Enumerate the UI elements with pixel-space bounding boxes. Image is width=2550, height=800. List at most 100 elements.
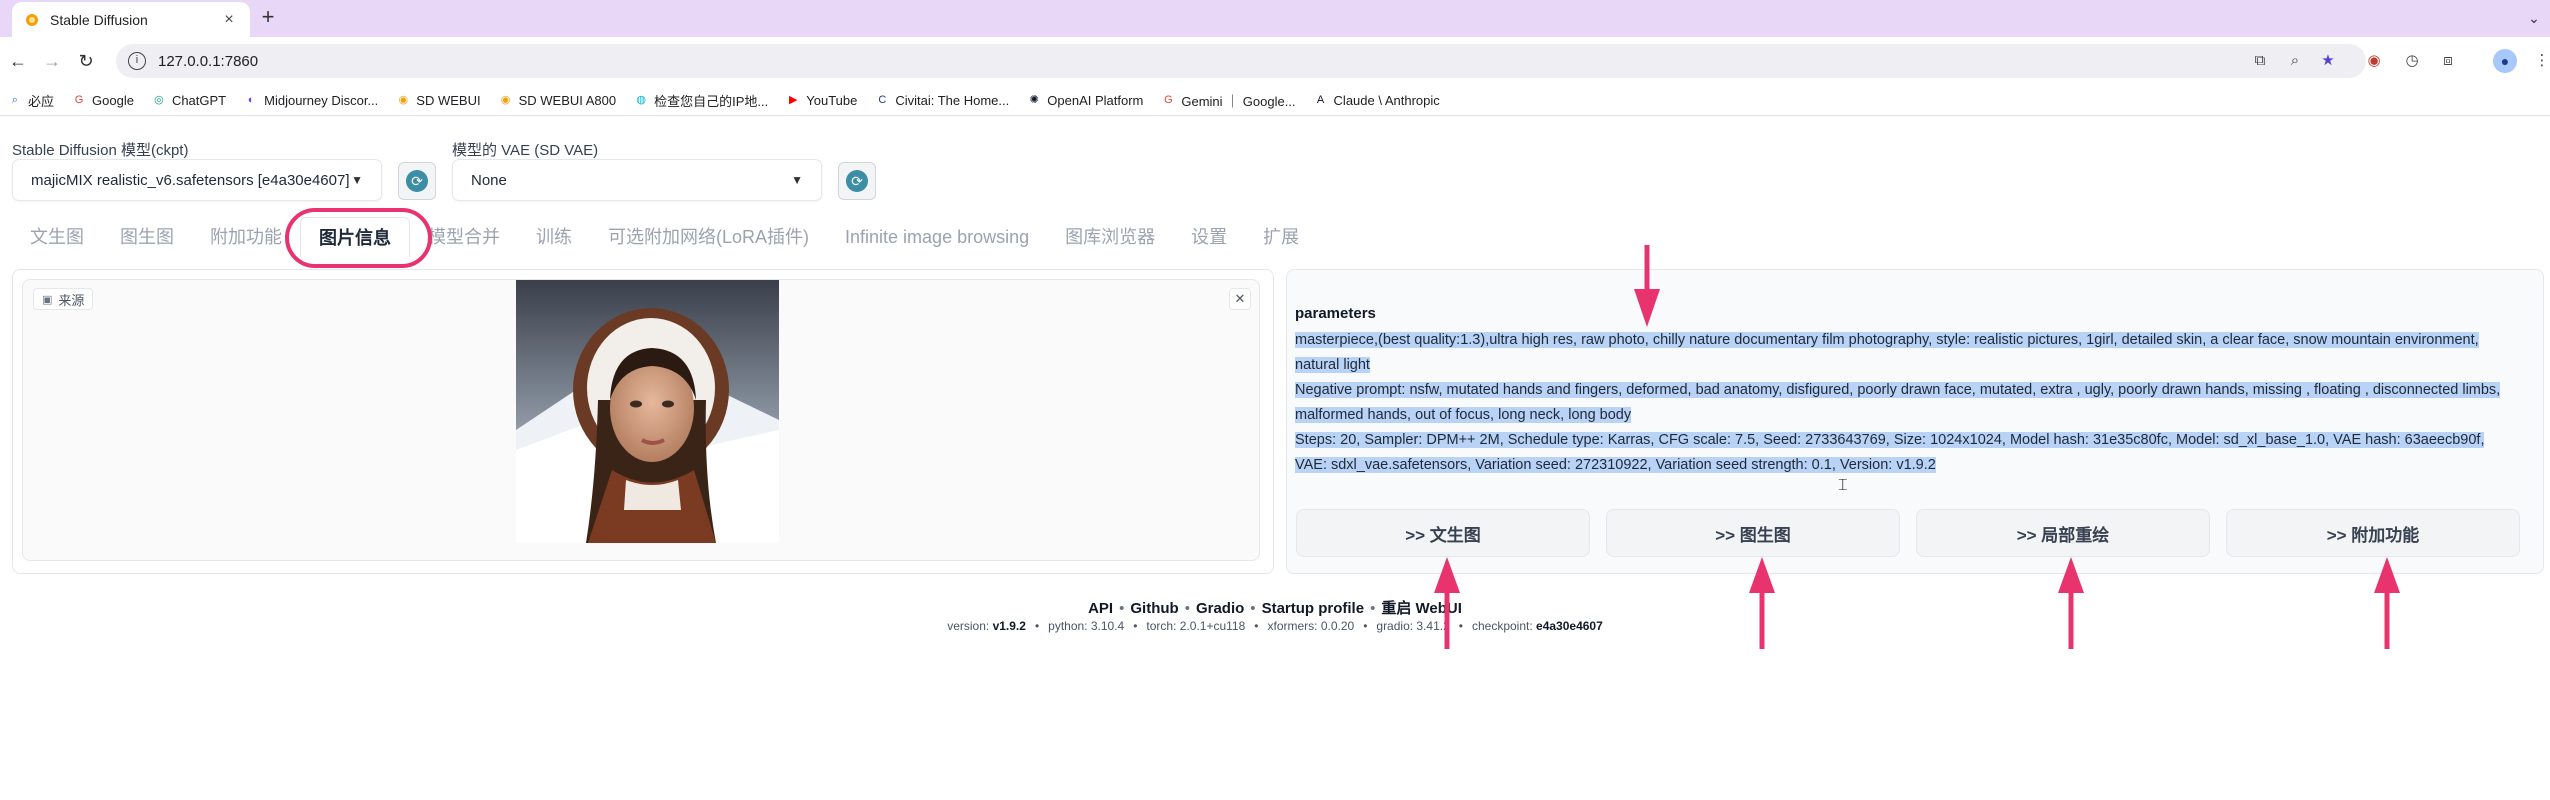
address-bar[interactable]: i 127.0.0.1:7860 — [116, 44, 2366, 78]
send-to-img2img-button[interactable]: >> 图生图 — [1606, 509, 1900, 557]
main-tabs: 文生图 图生图 附加功能 图片信息 模型合并 训练 可选附加网络(LoRA插件) Infini… — [12, 217, 1317, 257]
bookmark-label: 必应 — [28, 93, 55, 109]
site-info-icon[interactable]: i — [128, 52, 146, 70]
new-tab-button[interactable]: + — [256, 6, 280, 30]
tab-1[interactable]: 图生图 — [102, 217, 192, 257]
tab-8[interactable]: 图库浏览器 — [1047, 217, 1173, 257]
caret-down-icon: ▼ — [351, 173, 363, 187]
bookmark-label: Gemini ｜ Google... — [1181, 93, 1296, 109]
version-key: xformers: 0.0.20 — [1267, 619, 1355, 633]
footer-link[interactable]: Github — [1130, 600, 1178, 617]
bookmarks-bar: ⌕ 必应 G Google ◎ ChatGPT ◐ Midjourney Discor... ◉… — [0, 85, 2550, 116]
caret-down-icon: ▼ — [791, 173, 803, 187]
ckpt-value: majicMIX realistic_v6.safetensors [e4a30… — [31, 171, 350, 189]
tab-0[interactable]: 文生图 — [12, 217, 102, 257]
bookmark-star-icon[interactable]: ★ — [2318, 51, 2338, 71]
version-key: checkpoint: — [1471, 619, 1537, 633]
browser-tab[interactable]: Stable Diffusion × — [12, 2, 250, 37]
google-icon: G — [1164, 94, 1173, 106]
footer-separator: • — [1370, 600, 1376, 617]
bookmark-item[interactable]: ◉ SD WEBUI — [396, 93, 480, 108]
footer-link[interactable]: API — [1088, 600, 1113, 617]
bookmark-label: 检查您自己的IP地... — [654, 93, 769, 109]
ckpt-refresh-button[interactable]: ⟳ — [398, 162, 436, 200]
clear-image-button[interactable]: ✕ — [1229, 288, 1251, 310]
footer-link[interactable]: 重启 WebUI — [1381, 600, 1462, 617]
version-key: version: — [947, 619, 993, 633]
profile-avatar-icon[interactable]: ● — [2493, 49, 2517, 73]
bookmark-label: Civitai: The Home... — [895, 92, 1010, 108]
version-value: v1.9.2 — [992, 619, 1026, 633]
source-label-text: 来源 — [58, 292, 85, 308]
send-to-inpaint-button[interactable]: >> 局部重绘 — [1916, 509, 2210, 557]
ckpt-label: Stable Diffusion 模型(ckpt) — [12, 142, 189, 159]
tab-7[interactable]: Infinite image browsing — [827, 217, 1047, 257]
generation-settings-text: Steps: 20, Sampler: DPM++ 2M, Schedule t… — [1295, 432, 2485, 473]
history-icon[interactable]: ◷ — [2400, 49, 2424, 73]
vae-dropdown[interactable]: None ▼ — [452, 159, 822, 201]
ckpt-dropdown[interactable]: majicMIX realistic_v6.safetensors [e4a30… — [12, 159, 382, 201]
translate-icon[interactable]: ⧉ — [2250, 51, 2270, 71]
version-separator: • — [1254, 619, 1259, 633]
prompt-text: masterpiece,(best quality:1.3),ultra hig… — [1295, 332, 2479, 373]
version-separator: • — [1034, 619, 1040, 633]
bookmark-item[interactable]: ✺ OpenAI Platform — [1027, 93, 1144, 108]
version-separator: • — [1458, 619, 1463, 633]
close-icon[interactable]: × — [220, 11, 238, 29]
send-to-extras-button[interactable]: >> 附加功能 — [2226, 509, 2520, 557]
bookmark-item[interactable]: ▶ YouTube — [786, 93, 857, 108]
bookmark-item[interactable]: A Claude \ Anthropic — [1314, 93, 1440, 108]
bookmark-item[interactable]: ◉ SD WEBUI A800 — [499, 92, 617, 108]
browser-tabstrip: Stable Diffusion × + ⌄ — [0, 0, 2550, 37]
bookmark-item[interactable]: G Google — [72, 93, 134, 108]
tab-5[interactable]: 训练 — [518, 217, 590, 257]
bookmark-item[interactable]: G Gemini ｜ Google... — [1161, 91, 1295, 110]
google-icon: G — [74, 94, 84, 106]
image-upload-area[interactable]: ▣ 来源 ✕ — [22, 279, 1260, 561]
version-value: e4a30e4607 — [1536, 619, 1603, 633]
sd-icon: ◉ — [398, 94, 409, 106]
vae-refresh-button[interactable]: ⟳ — [838, 162, 876, 200]
address-url: 127.0.0.1:7860 — [158, 52, 259, 70]
chatgpt-icon: ◎ — [154, 94, 164, 106]
footer-separator: • — [1119, 600, 1125, 617]
tab-9[interactable]: 设置 — [1173, 217, 1245, 257]
footer-separator: • — [1250, 600, 1256, 617]
bookmark-label: SD WEBUI A800 — [518, 92, 617, 108]
portrait-photo — [516, 280, 779, 543]
webui-page: Stable Diffusion 模型(ckpt) majicMIX reali… — [0, 117, 2550, 800]
browser-toolbar: ← → ↻ i 127.0.0.1:7860 ⧉ ⌕ ★ ◉ ◷ ⧈ ● ⋮ — [0, 37, 2550, 85]
parameters-text[interactable]: masterpiece,(best quality:1.3),ultra hig… — [1295, 328, 2515, 478]
back-arrow-icon[interactable]: ← — [6, 49, 30, 73]
bookmark-item[interactable]: ◎ ChatGPT — [152, 93, 226, 108]
tab-search-icon[interactable]: ⌄ — [2522, 6, 2546, 30]
refresh-icon: ⟳ — [406, 170, 428, 192]
tab-10[interactable]: 扩展 — [1245, 217, 1317, 257]
civitai-icon: C — [878, 94, 887, 106]
parameters-title: parameters — [1295, 305, 1376, 322]
sd-favicon-icon — [26, 13, 38, 26]
reload-icon[interactable]: ↻ — [74, 49, 98, 73]
bookmark-label: SD WEBUI — [416, 92, 481, 108]
footer-link[interactable]: Startup profile — [1262, 600, 1365, 617]
tab-2[interactable]: 附加功能 — [192, 217, 300, 257]
bookmark-item[interactable]: ◐ Midjourney Discor... — [244, 93, 378, 108]
extension-record-icon[interactable]: ◉ — [2362, 49, 2386, 73]
midjourney-icon: ◐ — [247, 94, 255, 106]
tab-3[interactable]: 图片信息 — [300, 217, 410, 257]
footer-link[interactable]: Gradio — [1196, 600, 1244, 617]
extensions-puzzle-icon[interactable]: ⧈ — [2436, 49, 2460, 73]
bookmark-item[interactable]: C Civitai: The Home... — [875, 93, 1009, 108]
ip-icon: ◍ — [636, 94, 646, 106]
zoom-icon[interactable]: ⌕ — [2285, 51, 2305, 71]
bookmark-item[interactable]: ◍ 检查您自己的IP地... — [634, 91, 768, 110]
tab-6[interactable]: 可选附加网络(LoRA插件) — [590, 217, 827, 257]
tab-4[interactable]: 模型合并 — [410, 217, 518, 257]
forward-arrow-icon[interactable]: → — [40, 49, 64, 73]
bookmark-label: YouTube — [806, 92, 858, 108]
send-to-txt2img-button[interactable]: >> 文生图 — [1296, 509, 1590, 557]
menu-kebab-icon[interactable]: ⋮ — [2530, 49, 2550, 73]
sd-icon: ◉ — [500, 94, 511, 106]
version-key: torch: 2.0.1+cu118 — [1146, 619, 1246, 633]
bookmark-item[interactable]: ⌕ 必应 — [8, 91, 54, 110]
